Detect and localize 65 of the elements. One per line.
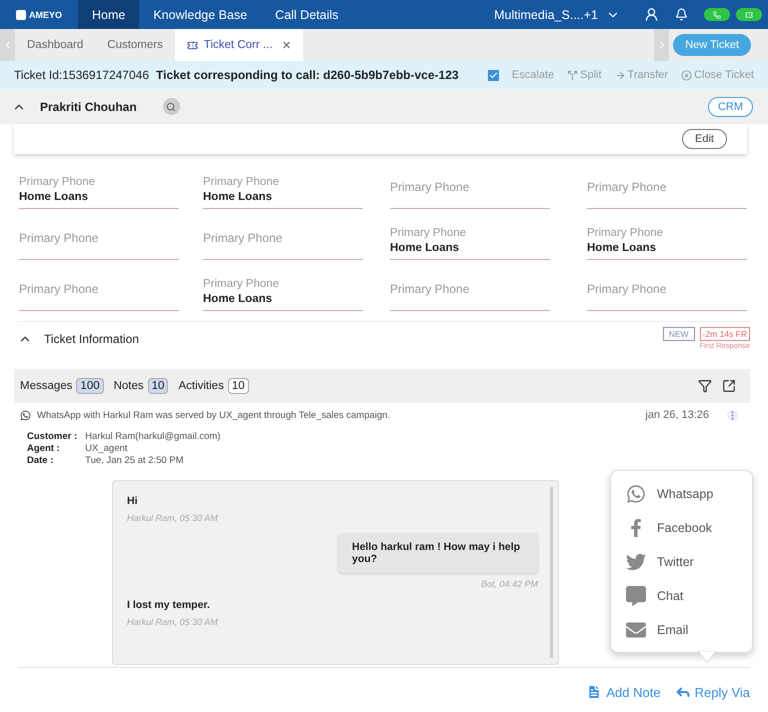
bell-icon[interactable] <box>675 8 688 21</box>
section-title: Ticket Information <box>44 332 139 346</box>
arrow-icon <box>614 70 626 80</box>
more-icon[interactable] <box>727 410 738 420</box>
close-icon <box>681 70 692 80</box>
phone-icon <box>713 10 721 18</box>
customer-name: Prakriti Chouhan <box>40 100 137 114</box>
call-button[interactable] <box>704 8 730 21</box>
detail-value: Harkul Ram(harkul@gmail.com) <box>85 431 222 442</box>
message-tab[interactable]: Messages 100 <box>20 378 104 394</box>
message-text: Hi <box>127 495 138 507</box>
ticket-id: Ticket Id:1536917247046 <box>14 68 149 82</box>
message-tab[interactable]: Activities 10 <box>178 378 249 394</box>
envelope-icon <box>626 620 646 640</box>
input-field[interactable]: Primary Phone Home Loans <box>587 217 747 260</box>
close-tab-button[interactable]: × <box>282 36 291 54</box>
status-badge: NEW <box>662 327 695 341</box>
input-field[interactable]: Primary Phone Home Loans <box>390 217 550 260</box>
ticket-button[interactable] <box>736 8 762 21</box>
tab[interactable]: Customers <box>95 29 175 61</box>
nav-item[interactable]: Knowledge Base <box>139 0 262 29</box>
message-meta: Harkul Ram, 05:30 AM <box>127 617 218 627</box>
message-bubble: Hello harkul ram ! How may i help you? <box>338 533 538 573</box>
input-field[interactable]: Primary Phone Home Loans <box>203 166 363 209</box>
split-icon <box>567 70 578 80</box>
message-meta: Harkul Ram, 05:30 AM <box>127 513 218 523</box>
ticket-title: Ticket corresponding to call: d260-5b9b7ebb-vce-123 <box>156 68 459 82</box>
search-icon[interactable] <box>162 98 180 115</box>
bird-icon <box>626 552 646 572</box>
chat-bubble-icon <box>626 586 646 606</box>
edit-button[interactable]: Edit <box>682 129 727 149</box>
tab[interactable]: Dashboard <box>15 29 96 61</box>
scrollbar[interactable] <box>550 487 553 658</box>
menu-item[interactable]: Twitter <box>625 551 752 573</box>
whatsapp-icon <box>626 484 646 504</box>
message-text: I lost my temper. <box>127 599 210 611</box>
menu-item[interactable]: Facebook <box>625 517 752 539</box>
queue-dropdown[interactable]: Multimedia_S....+1 <box>488 6 626 22</box>
nav-item[interactable]: Home <box>78 0 140 29</box>
whatsapp-icon <box>20 410 31 420</box>
message-meta: Bot, 04:42 PM <box>480 579 538 589</box>
detail-label: Customer : <box>27 431 78 442</box>
filter-icon[interactable] <box>698 379 712 393</box>
ticket-icon <box>186 40 198 50</box>
detail-label: Agent : <box>27 443 61 454</box>
conversation-summary: WhatsApp with Harkul Ram was served by UX_agent through Tele_sales campaign. <box>37 410 390 420</box>
agent-status-icon[interactable] <box>644 7 659 22</box>
input-field[interactable]: Primary Phone Home Loans <box>203 268 363 311</box>
timestamp: jan 26, 13:26 <box>645 409 709 421</box>
detail-value: Tue, Jan 25 at 2:50 PM <box>85 455 185 466</box>
message-tab[interactable]: Notes 10 <box>114 378 168 394</box>
tab[interactable]: Ticket Corr ... × <box>174 29 303 61</box>
menu-item[interactable]: Email <box>625 619 752 641</box>
escalate-label: Escalate <box>512 69 554 81</box>
menu-item[interactable]: Chat <box>625 585 752 607</box>
detail-value: UX_agent <box>85 443 128 454</box>
escalate-checkbox[interactable] <box>488 70 499 80</box>
ticket-icon <box>745 10 753 18</box>
external-link-icon[interactable] <box>722 379 736 393</box>
sla-badge: -2m 14s FR <box>700 327 750 341</box>
logo: AMEYO <box>0 10 78 20</box>
menu-item[interactable]: Whatsapp <box>625 483 752 505</box>
nav-item[interactable]: Call Details <box>261 0 352 29</box>
input-field[interactable]: Primary Phone Home Loans <box>19 166 179 209</box>
detail-label: Date : <box>27 455 54 466</box>
